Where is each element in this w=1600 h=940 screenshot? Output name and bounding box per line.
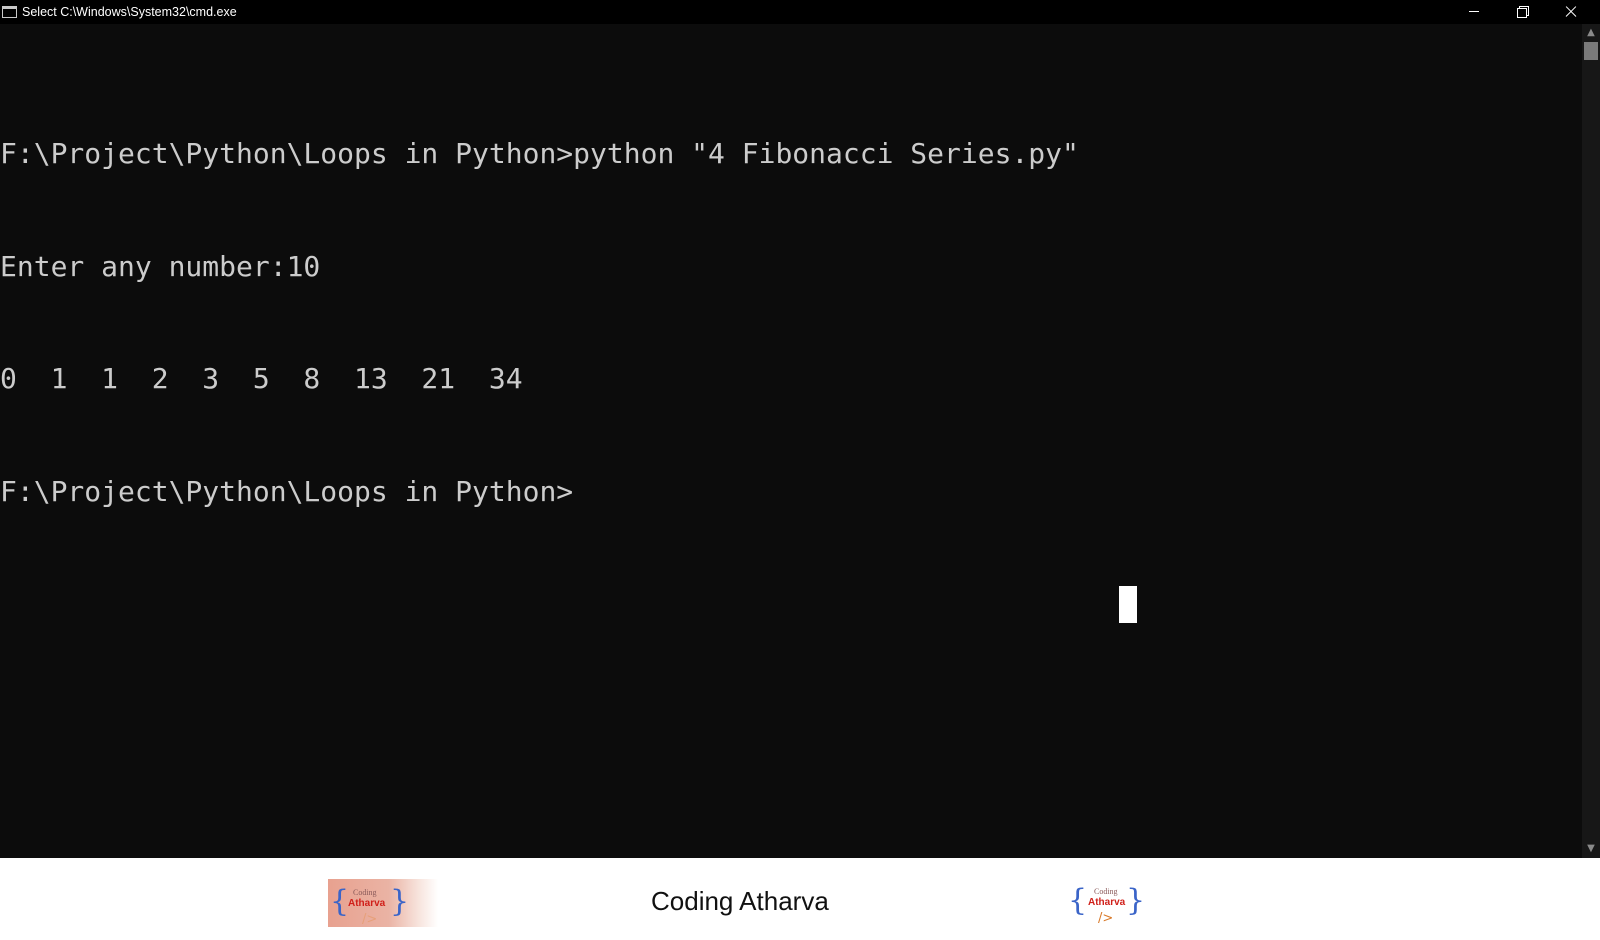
logo-small-text: Coding [1094, 887, 1118, 896]
window-title: Select C:\Windows\System32\cmd.exe [22, 5, 237, 19]
scroll-down-icon[interactable]: ▼ [1582, 842, 1600, 856]
title-bar[interactable]: Select C:\Windows\System32\cmd.exe [0, 0, 1600, 24]
console-line-prompt: F:\Project\Python\Loops in Python> [0, 474, 574, 508]
logo-close-brace: } [390, 884, 410, 919]
coding-atharva-logo-left: { Coding Atharva } /> [328, 879, 438, 927]
restore-button[interactable] [1500, 0, 1546, 24]
minimize-button[interactable] [1452, 0, 1498, 24]
scroll-up-icon[interactable]: ▲ [1582, 26, 1600, 40]
logo-slash: /> [362, 912, 378, 927]
logo-slash: /> [1098, 911, 1114, 926]
logo-bold-text: Atharva [1088, 897, 1126, 908]
console-line-series: 0 1 1 2 3 5 8 13 21 34 [0, 362, 523, 395]
console-line-command: F:\Project\Python\Loops in Python>python… [0, 137, 1079, 170]
logo-close-brace: } [1126, 883, 1146, 918]
logo-small-text: Coding [353, 888, 377, 897]
text-cursor [1119, 586, 1137, 623]
cmd-icon[interactable] [2, 6, 17, 18]
coding-atharva-logo-right: { Coding Atharva } /> [1068, 878, 1145, 930]
cmd-window: Select C:\Windows\System32\cmd.exe F:\Pr… [0, 0, 1600, 858]
video-footer: { Coding Atharva } /> Coding Atharva { C… [0, 858, 1600, 940]
close-button[interactable] [1548, 0, 1594, 24]
scroll-thumb[interactable] [1584, 42, 1598, 60]
console-line-input: Enter any number:10 [0, 249, 321, 283]
vertical-scrollbar[interactable]: ▲ ▼ [1582, 24, 1600, 858]
logo-open-brace: { [330, 884, 350, 919]
logo-open-brace: { [1068, 883, 1088, 918]
channel-title: Coding Atharva [651, 886, 829, 916]
console-output[interactable]: F:\Project\Python\Loops in Python>python… [0, 60, 1570, 585]
logo-bold-text: Atharva [348, 898, 386, 909]
